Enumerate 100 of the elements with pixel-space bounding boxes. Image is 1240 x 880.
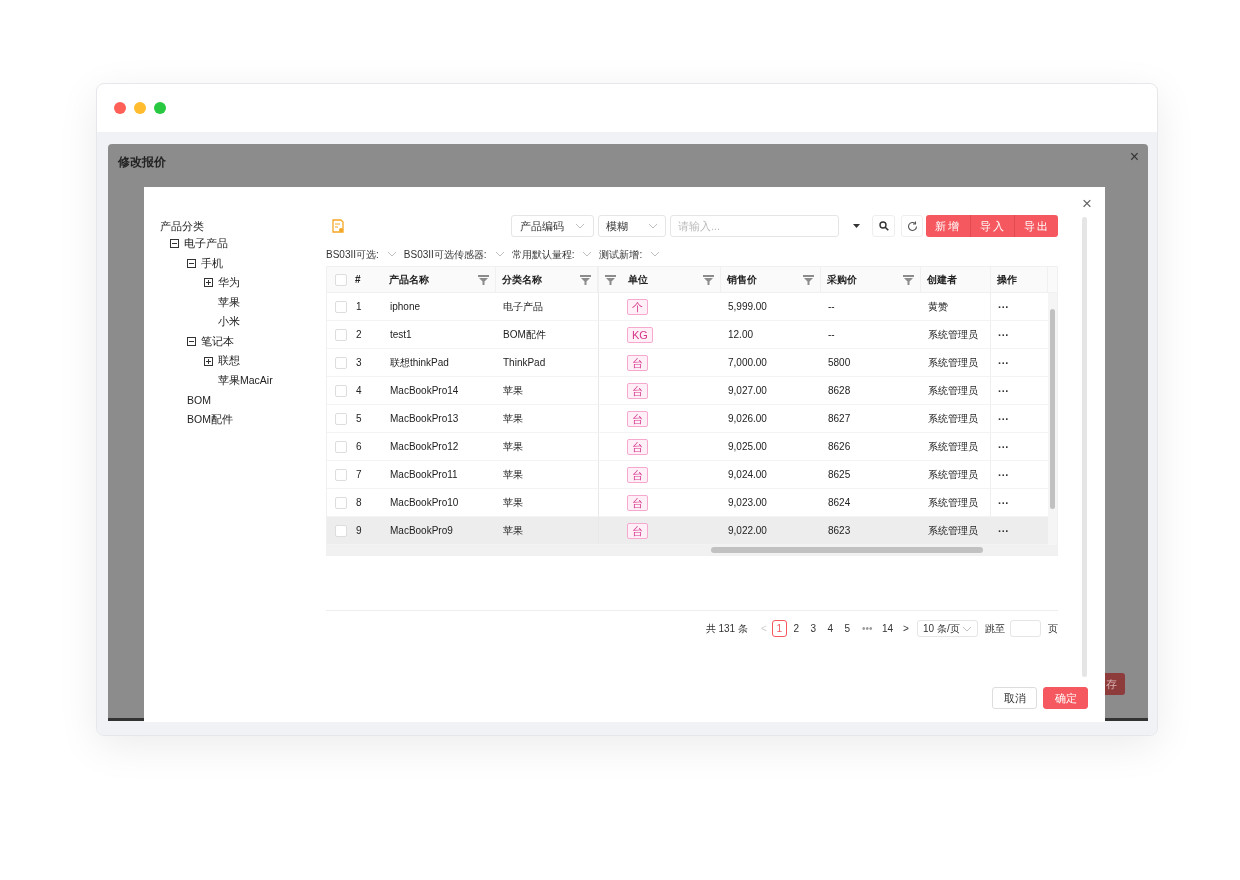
tree-item[interactable]: 电子产品 <box>184 235 228 252</box>
tree-item[interactable]: 手机 <box>201 255 223 272</box>
page-button[interactable]: 3 <box>805 620 821 637</box>
tree-item[interactable]: BOM <box>187 392 211 409</box>
chevron-down-icon <box>650 251 661 257</box>
scrollbar[interactable] <box>327 545 1057 555</box>
table-row[interactable]: 1 iphone 电子产品 个 5,999.00 -- 黄赞 ··· <box>327 293 1048 321</box>
close-button[interactable]: × <box>1129 149 1139 165</box>
filter-dropdown[interactable]: 常用默认量程: <box>511 246 593 262</box>
table-cell-text: 系统管理员 <box>928 440 978 454</box>
refresh-button[interactable] <box>901 215 923 237</box>
filter-dropdown[interactable]: BS03II可选传感器: <box>403 246 505 262</box>
column-header[interactable]: 分类名称 <box>496 267 598 292</box>
table-row[interactable]: 6 MacBookPro12 苹果 台 9,025.00 8626 系统管理员 ··· <box>327 433 1048 461</box>
tree-item[interactable]: 笔记本 <box>201 333 234 350</box>
filter-dropdown[interactable]: 测试新增: <box>599 246 661 262</box>
table-row[interactable]: 5 MacBookPro13 苹果 台 9,026.00 8627 系统管理员 ··· <box>327 405 1048 433</box>
checkbox[interactable] <box>335 468 347 481</box>
filter-dropdown[interactable]: BS03II可选: <box>326 246 397 262</box>
table-row[interactable]: 7 MacBookPro11 苹果 台 9,024.00 8625 系统管理员 ··· <box>327 461 1048 489</box>
more-button[interactable]: ··· <box>998 525 1009 536</box>
search-field[interactable]: 请输入... <box>670 215 839 237</box>
page-size-select[interactable]: 10 条/页 <box>917 620 978 637</box>
caret-down-icon[interactable] <box>853 224 860 228</box>
collapse-icon[interactable] <box>187 337 196 347</box>
checkbox[interactable] <box>335 440 347 453</box>
scrollbar[interactable] <box>1048 293 1057 545</box>
table-cell-text: 苹果 <box>503 496 523 510</box>
expand-icon[interactable] <box>204 356 213 366</box>
more-button[interactable]: ··· <box>998 385 1009 396</box>
page-button[interactable]: 4 <box>822 620 838 637</box>
tree-item[interactable]: 苹果MacAir <box>218 373 273 389</box>
column-header[interactable]: # <box>349 267 383 292</box>
checkbox[interactable] <box>335 328 347 341</box>
more-button[interactable]: ··· <box>998 413 1009 424</box>
refresh-icon <box>906 220 918 232</box>
table-cell-text: 5,999.00 <box>728 300 767 314</box>
save-button[interactable]: 存 <box>1105 673 1125 695</box>
unit-tag: 台 <box>627 494 648 511</box>
more-button[interactable]: ··· <box>998 469 1009 480</box>
more-button[interactable]: ··· <box>998 357 1009 368</box>
filter-icon[interactable] <box>803 274 814 285</box>
close-button[interactable]: × <box>1082 195 1092 212</box>
filter-icon[interactable] <box>903 274 914 285</box>
page-input[interactable] <box>1010 620 1041 637</box>
page-button[interactable]: 5 <box>839 620 855 637</box>
page-button[interactable]: 2 <box>788 620 804 637</box>
document-icon[interactable] <box>332 219 344 233</box>
more-button[interactable]: ··· <box>998 329 1009 340</box>
table-cell-text: 6 <box>356 440 362 454</box>
table-row[interactable]: 8 MacBookPro10 苹果 台 9,023.00 8624 系统管理员 ··· <box>327 489 1048 517</box>
unit-tag: 台 <box>627 438 648 455</box>
tree-item[interactable]: 苹果 <box>218 294 240 311</box>
more-button[interactable]: ··· <box>998 497 1009 508</box>
search-button[interactable] <box>872 215 895 237</box>
filter-icon[interactable] <box>580 274 591 285</box>
table-row[interactable]: 3 联想thinkPad ThinkPad 台 7,000.00 5800 系统管理员 ··· <box>327 349 1048 377</box>
checkbox[interactable] <box>335 356 347 369</box>
chevron-down-icon <box>648 223 658 229</box>
expand-icon[interactable] <box>204 278 213 288</box>
next-page-button[interactable]: > <box>899 621 913 636</box>
column-header[interactable]: 采购价 <box>821 267 921 292</box>
column-header[interactable]: 创建者 <box>921 267 991 292</box>
more-button[interactable]: ··· <box>998 301 1009 312</box>
field-select[interactable]: 产品编码 <box>511 215 594 237</box>
table-cell-text: 系统管理员 <box>928 496 978 510</box>
filter-icon[interactable] <box>478 274 489 285</box>
checkbox[interactable] <box>335 412 347 425</box>
checkbox[interactable] <box>335 496 347 509</box>
collapse-icon[interactable] <box>187 258 196 268</box>
table-cell-text: MacBookPro14 <box>390 384 459 398</box>
table-cell-text: 5 <box>356 412 362 426</box>
page-suffix: 页 <box>1048 622 1058 636</box>
tree-item[interactable]: 小米 <box>218 314 240 331</box>
filter-icon[interactable] <box>605 274 616 285</box>
filter-icon[interactable] <box>703 274 714 285</box>
tree-item[interactable]: 华为 <box>218 275 240 291</box>
table-cell-text: 苹果 <box>503 468 523 482</box>
collapse-icon[interactable] <box>170 239 179 249</box>
table-row[interactable]: 2 test1 BOM配件 KG 12.00 -- 系统管理员 ··· <box>327 321 1048 349</box>
column-header[interactable]: 销售价 <box>721 267 821 292</box>
page-button[interactable]: 14 <box>879 620 895 637</box>
checkbox[interactable] <box>335 384 347 397</box>
checkbox[interactable] <box>335 524 347 537</box>
table-row[interactable]: 4 MacBookPro14 苹果 台 9,027.00 8628 系统管理员 ··· <box>327 377 1048 405</box>
checkbox[interactable] <box>335 300 347 313</box>
tree-item[interactable]: BOM配件 <box>187 412 233 428</box>
checkbox[interactable] <box>335 273 347 286</box>
table-cell-text: 1 <box>356 300 362 314</box>
cancel-button[interactable]: 取消 <box>992 687 1037 709</box>
table-cell-text: 苹果 <box>503 384 523 398</box>
table-row[interactable]: 9 MacBookPro9 苹果 台 9,022.00 8623 系统管理员 ··· <box>327 517 1048 545</box>
tree-item[interactable]: 联想 <box>218 353 240 370</box>
scrollbar[interactable] <box>1082 217 1087 677</box>
column-header[interactable]: 产品名称 <box>383 267 496 292</box>
column-header[interactable]: 单位 <box>598 267 721 292</box>
column-header[interactable]: 操作 <box>991 267 1048 292</box>
total-count: 共 131 条 <box>705 622 748 636</box>
more-button[interactable]: ··· <box>998 441 1009 452</box>
match-select[interactable]: 模糊 <box>598 215 666 237</box>
